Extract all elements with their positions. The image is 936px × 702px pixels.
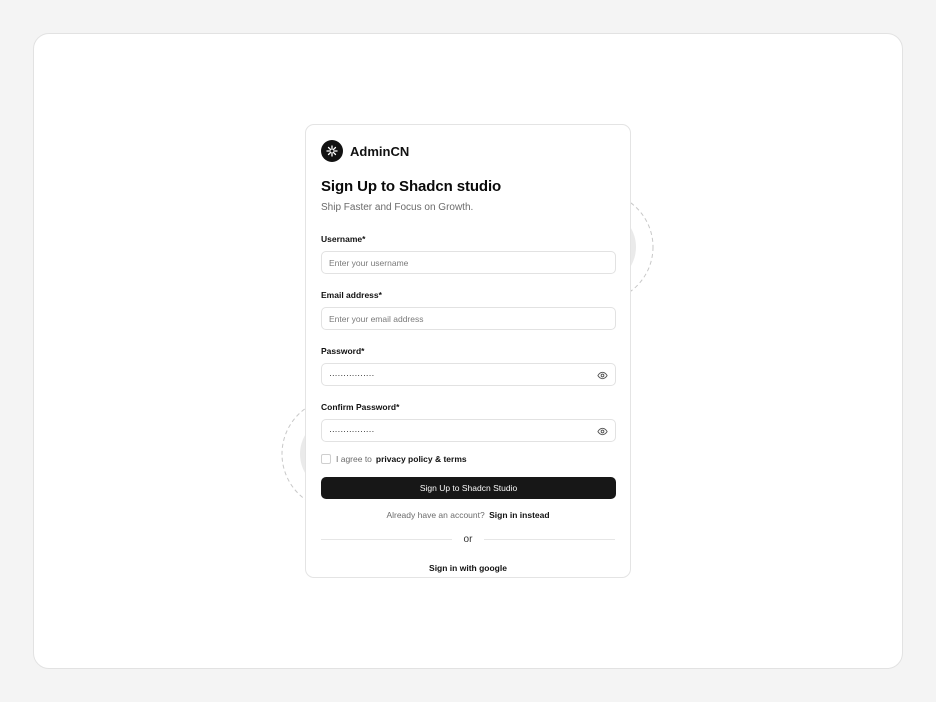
password-group: Password*: [321, 346, 616, 386]
email-label: Email address*: [321, 290, 382, 300]
signup-card: AdminCN Sign Up to Shadcn studio Ship Fa…: [305, 124, 631, 578]
divider-label: or: [463, 534, 473, 545]
eye-icon[interactable]: [596, 425, 608, 437]
password-field-wrapper: [321, 363, 616, 386]
username-label: Username*: [321, 234, 366, 244]
brand-name: AdminCN: [350, 143, 410, 159]
terms-prefix-text: I agree to: [336, 454, 372, 464]
eye-icon[interactable]: [596, 369, 608, 381]
confirm-password-field-wrapper: [321, 419, 616, 442]
divider-line-left: [321, 539, 452, 540]
terms-checkbox[interactable]: [321, 454, 331, 464]
divider-line-right: [484, 539, 615, 540]
username-group: Username*: [321, 234, 616, 274]
signin-prompt: Already have an account? Sign in instead: [321, 510, 615, 520]
email-input[interactable]: [322, 308, 615, 329]
signin-prompt-text: Already have an account?: [386, 510, 485, 520]
email-field-wrapper: [321, 307, 616, 330]
username-field-wrapper: [321, 251, 616, 274]
page-subtitle: Ship Faster and Focus on Growth.: [321, 202, 474, 213]
confirm-password-group: Confirm Password*: [321, 402, 616, 442]
confirm-password-label: Confirm Password*: [321, 402, 400, 412]
terms-agreement: I agree to privacy policy & terms: [321, 453, 615, 465]
signup-submit-button[interactable]: Sign Up to Shadcn Studio: [321, 477, 616, 499]
username-input[interactable]: [322, 252, 615, 273]
sparkle-icon: [321, 140, 343, 162]
signin-link[interactable]: Sign in instead: [489, 510, 549, 520]
page-title: Sign Up to Shadcn studio: [321, 178, 502, 195]
password-label: Password*: [321, 346, 365, 356]
brand: AdminCN: [321, 140, 615, 162]
google-signin-link[interactable]: Sign in with google: [321, 563, 615, 573]
confirm-password-input[interactable]: [322, 420, 615, 441]
terms-link[interactable]: privacy policy & terms: [376, 454, 467, 464]
or-divider: or: [321, 534, 615, 545]
password-input[interactable]: [322, 364, 615, 385]
email-group: Email address*: [321, 290, 616, 330]
